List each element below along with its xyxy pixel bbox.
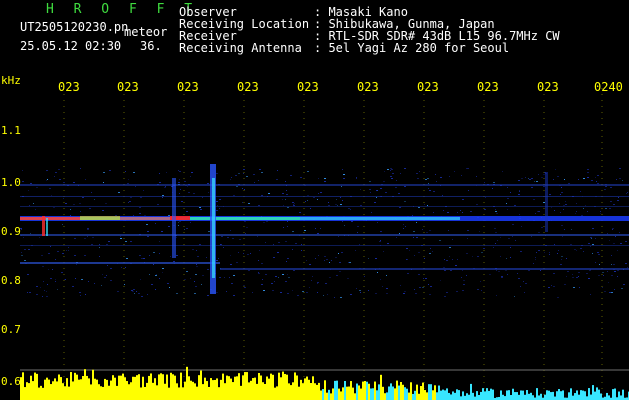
file-name: UT2505120230.pn <box>20 20 129 34</box>
meteor-label: meteor <box>124 25 168 39</box>
y-tick-label: 0.6 <box>1 375 21 388</box>
spectrogram-svg <box>20 88 629 400</box>
app-title: H R O F F T <box>46 2 199 17</box>
carrier-lines <box>20 184 629 270</box>
antenna-value: : 5el Yagi Az 280 for Seoul <box>314 41 510 55</box>
y-axis-unit: kHz <box>1 74 21 87</box>
y-tick-label: 1.1 <box>1 124 21 137</box>
y-tick-label: 1.0 <box>1 176 21 189</box>
main-signal-trace <box>20 216 629 221</box>
time-grid <box>63 88 603 400</box>
observation-datetime: 25.05.12 02:30 <box>20 39 122 53</box>
y-tick-label: 0.9 <box>1 225 21 238</box>
noise-speckles <box>20 168 628 298</box>
y-tick-label: 0.7 <box>1 323 21 336</box>
meteor-count: 36. <box>140 39 162 53</box>
meteor-streaks <box>42 164 548 294</box>
spectrogram-plot <box>20 88 629 400</box>
y-tick-label: 0.8 <box>1 274 21 287</box>
amplitude-bars <box>20 366 629 400</box>
antenna-key: Receiving Antenna <box>179 41 302 55</box>
